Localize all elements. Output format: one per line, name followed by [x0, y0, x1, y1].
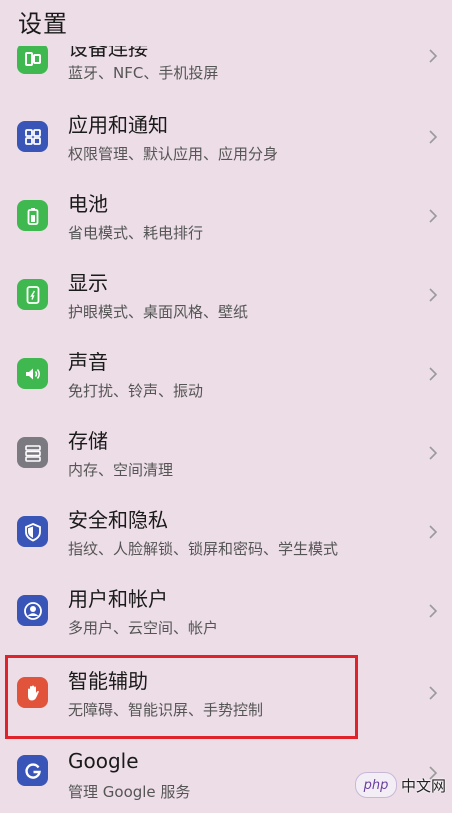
settings-item-security[interactable]: 安全和隐私 指纹、人脸解锁、锁屏和密码、学生模式 — [0, 494, 452, 572]
chevron-right-icon — [429, 209, 438, 223]
settings-item-subtitle: 蓝牙、NFC、手机投屏 — [68, 64, 219, 82]
shield-icon — [17, 516, 48, 547]
settings-item-subtitle: 护眼模式、桌面风格、壁纸 — [68, 303, 249, 321]
battery-icon — [17, 200, 48, 231]
settings-item-title: 存储 — [68, 429, 108, 453]
settings-item-title: 应用和通知 — [68, 113, 168, 137]
settings-item-subtitle: 指纹、人脸解锁、锁屏和密码、学生模式 — [68, 540, 339, 558]
chevron-right-icon — [429, 525, 438, 539]
settings-item-subtitle: 省电模式、耗电排行 — [68, 224, 204, 242]
settings-item-title: 安全和隐私 — [68, 508, 168, 532]
google-icon — [17, 755, 48, 786]
settings-item-title: 显示 — [68, 271, 108, 295]
watermark: php 中文网 — [354, 772, 446, 798]
chevron-right-icon — [429, 288, 438, 302]
user-icon — [17, 595, 48, 626]
settings-item-title: 电池 — [68, 192, 108, 216]
settings-item-subtitle: 管理 Google 服务 — [68, 783, 191, 801]
chevron-right-icon — [429, 367, 438, 381]
chevron-right-icon — [429, 130, 438, 144]
settings-item-subtitle: 多用户、云空间、帐户 — [68, 619, 219, 637]
chevron-right-icon — [429, 686, 438, 700]
settings-item-users[interactable]: 用户和帐户 多用户、云空间、帐户 — [0, 573, 452, 651]
storage-icon — [17, 437, 48, 468]
settings-item-title: Google — [68, 749, 139, 773]
settings-item-subtitle: 权限管理、默认应用、应用分身 — [68, 145, 279, 163]
settings-item-title: 用户和帐户 — [68, 587, 168, 611]
display-icon — [17, 279, 48, 310]
settings-item-subtitle: 内存、空间清理 — [68, 461, 174, 479]
settings-item-apps[interactable]: 应用和通知 权限管理、默认应用、应用分身 — [0, 99, 452, 177]
watermark-text: 中文网 — [400, 776, 446, 795]
speaker-icon — [17, 358, 48, 389]
settings-item-storage[interactable]: 存储 内存、空间清理 — [0, 415, 452, 493]
settings-item-title: 声音 — [68, 350, 108, 374]
apps-grid-icon — [17, 121, 48, 152]
settings-item-display[interactable]: 显示 护眼模式、桌面风格、壁纸 — [0, 257, 452, 335]
settings-item-sound[interactable]: 声音 免打扰、铃声、振动 — [0, 336, 452, 414]
settings-item-subtitle: 免打扰、铃声、振动 — [68, 382, 204, 400]
app-header: 设置 — [0, 0, 452, 46]
chevron-right-icon — [429, 446, 438, 460]
page-title: 设置 — [18, 10, 68, 38]
highlight-box — [5, 655, 358, 739]
chevron-right-icon — [429, 604, 438, 618]
device-connection-icon — [17, 43, 48, 74]
watermark-logo: php — [354, 772, 397, 798]
settings-item-battery[interactable]: 电池 省电模式、耗电排行 — [0, 178, 452, 256]
chevron-right-icon — [429, 49, 438, 63]
